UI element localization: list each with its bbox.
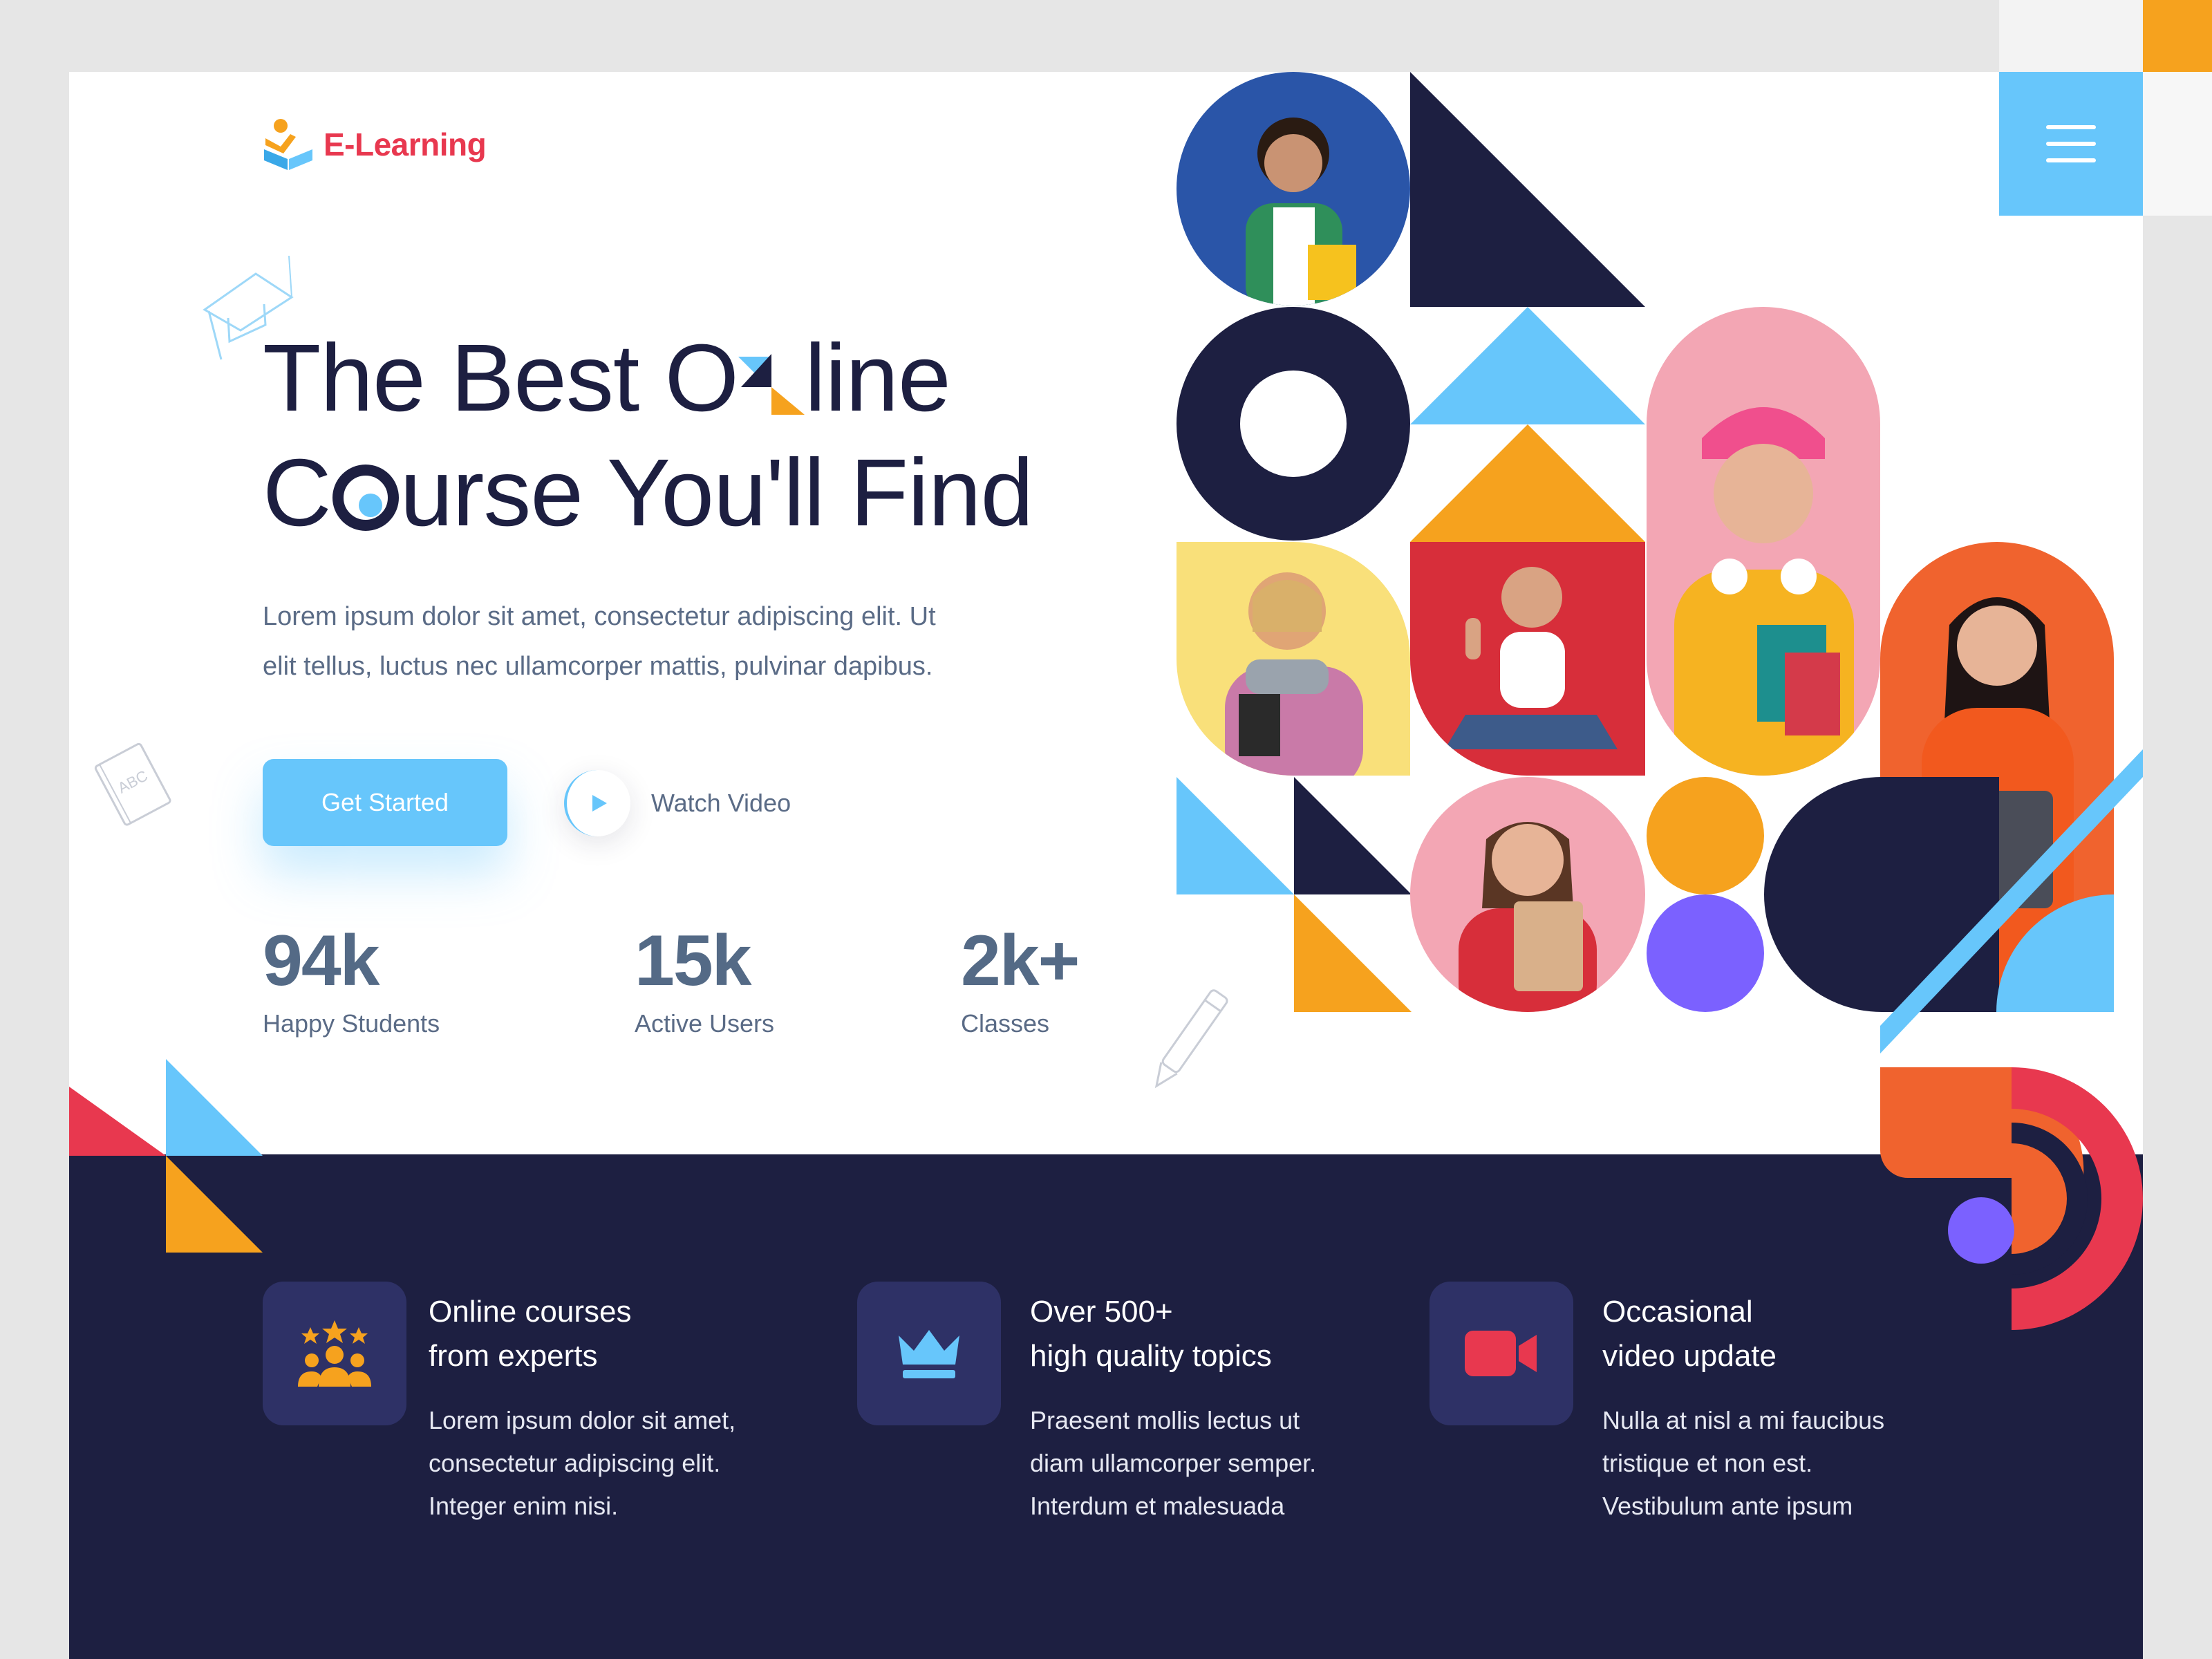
stat-active-users: 15k Active Users <box>635 919 774 1038</box>
feature-text: Nulla at nisl a mi faucibus tristique et… <box>1602 1399 1884 1528</box>
feature-title-line1: Over 500+ <box>1030 1295 1173 1329</box>
stat-value: 2k+ <box>961 921 1080 1001</box>
stat-happy-students: 94k Happy Students <box>263 919 440 1038</box>
menu-button[interactable] <box>1999 72 2143 216</box>
feature-title-line2: video update <box>1602 1339 1777 1373</box>
feature-title-line2: from experts <box>429 1339 598 1373</box>
stat-value: 15k <box>635 921 752 1001</box>
student-1-illustration <box>1246 118 1356 306</box>
deco-ring <box>1177 307 1410 541</box>
stat-value: 94k <box>263 921 380 1001</box>
feature-text-line1: Nulla at nisl a mi faucibus <box>1602 1406 1885 1434</box>
student-2-illustration <box>1674 407 1854 776</box>
deco-tri-sky-orange <box>1410 307 1645 542</box>
feature-text-line2: tristique et non est. <box>1602 1449 1813 1477</box>
users-stars-icon <box>263 1282 406 1425</box>
student-photo-3 <box>1177 542 1410 776</box>
hamburger-icon-bar <box>2046 142 2096 146</box>
feature-text-line2: consectetur adipiscing elit. <box>429 1449 721 1477</box>
get-started-button[interactable]: Get Started <box>263 759 507 846</box>
feature-title: Occasional video update <box>1602 1290 1777 1378</box>
student-photo-6 <box>1410 777 1645 1012</box>
page: E-Learning The Best O line Curse You'll … <box>69 72 2143 1659</box>
svg-text:ABC: ABC <box>115 767 151 796</box>
feature-text: Praesent mollis lectus ut diam ullamcorp… <box>1030 1399 1316 1528</box>
triangles-letter-icon <box>738 354 805 415</box>
logo[interactable]: E-Learning <box>263 118 487 171</box>
feature-text-line1: Praesent mollis lectus ut <box>1030 1406 1300 1434</box>
abc-book-icon: ABC <box>94 742 171 826</box>
student-6-illustration <box>1459 822 1597 1012</box>
deco-tile-white <box>2143 72 2212 216</box>
feature-text: Lorem ipsum dolor sit amet, consectetur … <box>429 1399 735 1528</box>
feature-title-line1: Online courses <box>429 1295 632 1329</box>
hero-description-line1: Lorem ipsum dolor sit amet, consectetur … <box>263 602 936 631</box>
feature-title: Over 500+ high quality topics <box>1030 1290 1272 1378</box>
feature-text-line3: Vestibulum ante ipsum <box>1602 1492 1853 1520</box>
student-photo-4 <box>1410 542 1645 776</box>
deco-tile-orange <box>2143 0 2212 72</box>
crown-icon <box>857 1282 1001 1425</box>
hero-title-part1: The Best O <box>263 325 739 431</box>
o-dot-letter <box>332 465 399 531</box>
deco-tile-light <box>1999 0 2143 72</box>
feature-text-line1: Lorem ipsum dolor sit amet, <box>429 1406 736 1434</box>
hero-title-part2: line <box>804 325 951 431</box>
watch-video-label: Watch Video <box>651 789 791 817</box>
feature-text-line2: diam ullamcorper semper. <box>1030 1449 1317 1477</box>
stat-classes: 2k+ Classes <box>961 919 1080 1038</box>
feature-title-line1: Occasional <box>1602 1295 1753 1329</box>
feature-title-line2: high quality topics <box>1030 1339 1272 1373</box>
student-3-illustration <box>1225 572 1363 776</box>
hamburger-icon-bar <box>2046 158 2096 162</box>
watch-video-button[interactable]: Watch Video <box>564 770 791 836</box>
stat-label: Happy Students <box>263 1009 440 1038</box>
hamburger-icon-bar <box>2046 125 2096 129</box>
hero-title-line2-part1: C <box>263 440 332 546</box>
stat-label: Classes <box>961 1009 1050 1038</box>
feature-text-line3: Interdum et malesuada <box>1030 1492 1285 1520</box>
deco-circle-purple <box>1647 894 1764 1012</box>
student-photo-2 <box>1647 307 1880 776</box>
hero-description: Lorem ipsum dolor sit amet, consectetur … <box>263 592 1092 691</box>
logo-text: E-Learning <box>324 126 487 162</box>
deco-shapes-bottom-right <box>1880 1067 2143 1330</box>
video-camera-icon <box>1430 1282 1573 1425</box>
feature-title: Online courses from experts <box>429 1290 631 1378</box>
hero-title-line2-part2: urse You'll Find <box>400 440 1034 546</box>
feature-text-line3: Integer enim nisi. <box>429 1492 619 1520</box>
play-icon[interactable] <box>564 770 630 836</box>
deco-tri-navy-1 <box>1410 72 1645 307</box>
student-photo-1 <box>1177 72 1410 306</box>
stat-label: Active Users <box>635 1009 775 1038</box>
deco-triangles-left <box>69 1059 263 1253</box>
deco-tris-row4 <box>1177 777 1412 1012</box>
hero-title: The Best O line Curse You'll Find <box>263 321 1161 550</box>
student-4-illustration <box>1445 567 1618 749</box>
hero-description-line2: elit tellus, luctus nec ullamcorper matt… <box>263 652 933 681</box>
book-person-icon <box>264 119 312 170</box>
deco-circle-orange <box>1647 777 1764 894</box>
